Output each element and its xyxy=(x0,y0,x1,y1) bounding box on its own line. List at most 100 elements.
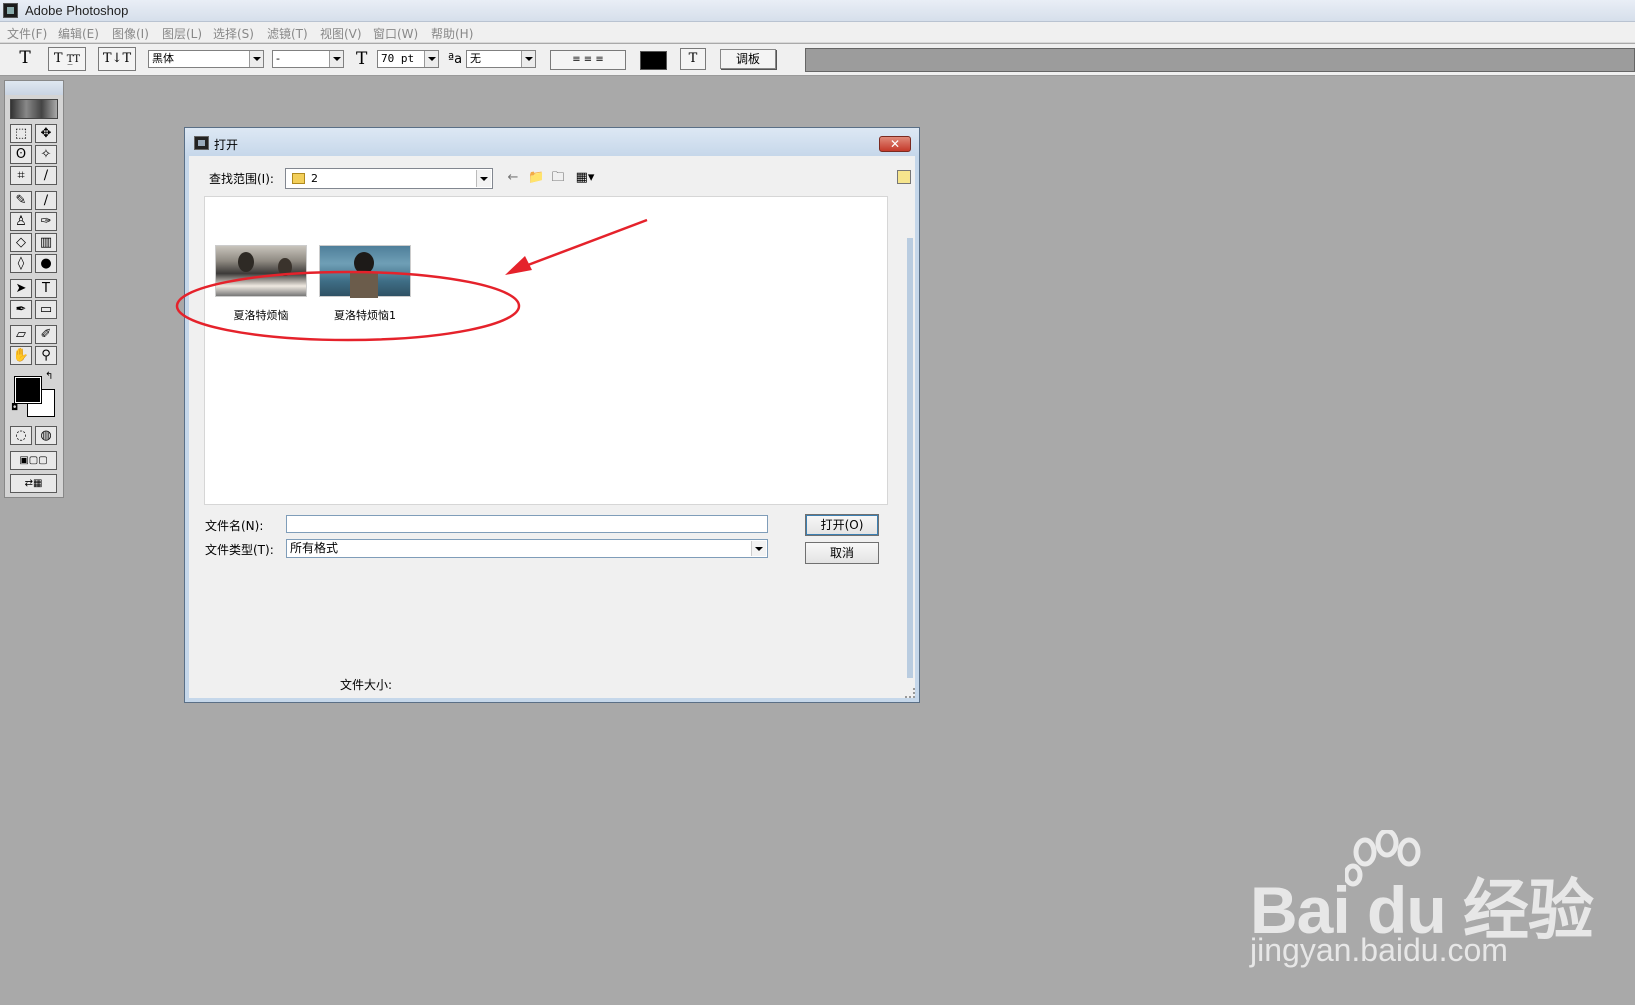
crop-tool-icon[interactable]: ⌗ xyxy=(10,166,32,185)
resize-grip[interactable] xyxy=(905,688,915,698)
cancel-button[interactable]: 取消 xyxy=(805,542,879,564)
font-size-icon: T xyxy=(356,49,368,69)
chevron-down-icon xyxy=(476,170,491,187)
warp-text-icon[interactable]: T xyxy=(680,48,706,70)
file-name: 夏洛特烦恼1 xyxy=(334,309,396,322)
filename-input[interactable] xyxy=(286,515,768,533)
dialog-titlebar[interactable]: 打开 ✕ xyxy=(185,128,919,156)
photoshop-dialog-icon xyxy=(194,136,209,150)
watermark-url: jingyan.baidu.com xyxy=(1250,932,1508,968)
filetype-label: 文件类型(T): xyxy=(205,543,274,557)
eyedropper-tool-icon[interactable]: ✐ xyxy=(35,325,57,344)
type-tool-preset-icon[interactable]: T xyxy=(12,47,38,71)
open-button[interactable]: 打开(O) xyxy=(805,514,879,536)
filetype-value: 所有格式 xyxy=(290,541,339,555)
antialias-icon: ªa xyxy=(448,52,463,67)
file-item[interactable]: 夏洛特烦恼 xyxy=(211,245,311,325)
font-size-value: 70 pt xyxy=(381,52,415,65)
menu-edit[interactable]: 编辑(E) xyxy=(58,25,99,42)
file-thumbnail xyxy=(215,245,307,297)
font-style-value: - xyxy=(276,52,280,65)
chevron-down-icon xyxy=(424,51,438,67)
filetype-select[interactable]: 所有格式 xyxy=(286,539,768,558)
file-name: 夏洛特烦恼 xyxy=(233,309,289,322)
look-in-select[interactable]: 2 xyxy=(285,168,493,189)
file-list[interactable]: 夏洛特烦恼 夏洛特烦恼1 xyxy=(204,196,888,505)
preview-toggle-icon[interactable] xyxy=(897,170,911,184)
menu-layer[interactable]: 图层(L) xyxy=(162,25,202,42)
chevron-down-icon xyxy=(751,541,766,556)
filename-label: 文件名(N): xyxy=(205,519,264,533)
swap-colors-icon[interactable]: ↰ xyxy=(45,371,53,382)
palette-well xyxy=(805,48,1635,72)
history-brush-tool-icon[interactable]: ✑ xyxy=(35,212,57,231)
open-dialog: 打开 ✕ 查找范围(I): 2 ← 📁 🗀 ▦▾ 夏洛特烦恼 夏洛特烦恼1 文件… xyxy=(184,127,920,703)
jump-to-imageready-icon[interactable]: ⇄▦ xyxy=(10,474,57,493)
marquee-tool-icon[interactable]: ⬚ xyxy=(10,124,32,143)
new-folder-icon[interactable]: 🗀 xyxy=(550,170,566,185)
look-in-value: 2 xyxy=(311,172,318,185)
menu-filter[interactable]: 滤镜(T) xyxy=(267,25,308,42)
screen-mode-icons[interactable]: ▣▢▢ xyxy=(10,451,57,470)
antialias-select[interactable]: 无 xyxy=(466,50,536,68)
gradient-tool-icon[interactable]: ▥ xyxy=(35,233,57,252)
lasso-tool-icon[interactable]: ʘ xyxy=(10,145,32,164)
filesize-label: 文件大小: xyxy=(340,678,393,692)
file-item[interactable]: 夏洛特烦恼1 xyxy=(315,245,415,325)
quick-mask-mode-icon[interactable]: ◍ xyxy=(35,426,57,445)
notes-tool-icon[interactable]: ▱ xyxy=(10,325,32,344)
stamp-tool-icon[interactable]: ♙ xyxy=(10,212,32,231)
align-left-icon[interactable]: ≡ xyxy=(572,54,580,65)
menu-view[interactable]: 视图(V) xyxy=(320,25,362,42)
back-arrow-icon[interactable]: ← xyxy=(505,170,521,185)
type-tool-icon[interactable]: T xyxy=(35,279,57,298)
menu-select[interactable]: 选择(S) xyxy=(213,25,254,42)
default-colors-icon[interactable]: ◘ xyxy=(11,403,18,413)
antialias-value: 无 xyxy=(470,52,481,65)
dialog-side-strip xyxy=(907,238,913,678)
font-family-select[interactable]: 黑体 xyxy=(148,50,264,68)
horizontal-type-mode-icon[interactable]: T T̲T xyxy=(48,47,86,71)
chevron-down-icon xyxy=(329,51,343,67)
dodge-tool-icon[interactable]: ● xyxy=(35,254,57,273)
path-selection-tool-icon[interactable]: ➤ xyxy=(10,279,32,298)
magic-wand-tool-icon[interactable]: ✧ xyxy=(35,145,57,164)
standard-mode-icon[interactable]: ◌ xyxy=(10,426,32,445)
app-title: Adobe Photoshop xyxy=(25,3,129,18)
foreground-color-swatch[interactable] xyxy=(14,376,42,404)
healing-brush-tool-icon[interactable]: ✎ xyxy=(10,191,32,210)
eraser-tool-icon[interactable]: ◇ xyxy=(10,233,32,252)
toolbox-titlebar[interactable] xyxy=(5,81,63,95)
options-bar: T T T̲T T↓T 黑体 - T 70 pt ªa 无 ≡ ≡ ≡ T 调板 xyxy=(0,44,1635,76)
rectangle-tool-icon[interactable]: ▭ xyxy=(35,300,57,319)
hand-tool-icon[interactable]: ✋ xyxy=(10,346,32,365)
view-menu-icon[interactable]: ▦▾ xyxy=(572,170,598,185)
slice-tool-icon[interactable]: ∕ xyxy=(35,166,57,185)
menu-help[interactable]: 帮助(H) xyxy=(431,25,473,42)
text-color-swatch[interactable] xyxy=(640,51,667,70)
menu-window[interactable]: 窗口(W) xyxy=(373,25,418,42)
palettes-button[interactable]: 调板 xyxy=(720,49,776,69)
align-buttons: ≡ ≡ ≡ xyxy=(550,50,626,70)
menu-image[interactable]: 图像(I) xyxy=(112,25,149,42)
blur-tool-icon[interactable]: ◊ xyxy=(10,254,32,273)
zoom-tool-icon[interactable]: ⚲ xyxy=(35,346,57,365)
app-titlebar: Adobe Photoshop xyxy=(0,0,1635,22)
font-family-value: 黑体 xyxy=(152,52,174,65)
chevron-down-icon xyxy=(249,51,263,67)
up-folder-icon[interactable]: 📁 xyxy=(528,170,544,185)
align-center-icon[interactable]: ≡ xyxy=(584,54,592,65)
vertical-type-mode-icon[interactable]: T↓T xyxy=(98,47,136,71)
folder-icon xyxy=(292,173,305,184)
font-style-select[interactable]: - xyxy=(272,50,344,68)
font-size-select[interactable]: 70 pt xyxy=(377,50,439,68)
move-tool-icon[interactable]: ✥ xyxy=(35,124,57,143)
menu-file[interactable]: 文件(F) xyxy=(7,25,47,42)
adobe-online-logo[interactable] xyxy=(10,99,58,119)
close-button[interactable]: ✕ xyxy=(879,136,911,152)
align-right-icon[interactable]: ≡ xyxy=(595,54,603,65)
brush-tool-icon[interactable]: ∕ xyxy=(35,191,57,210)
chevron-down-icon xyxy=(521,51,535,67)
pen-tool-icon[interactable]: ✒ xyxy=(10,300,32,319)
photoshop-app-icon xyxy=(3,3,18,18)
